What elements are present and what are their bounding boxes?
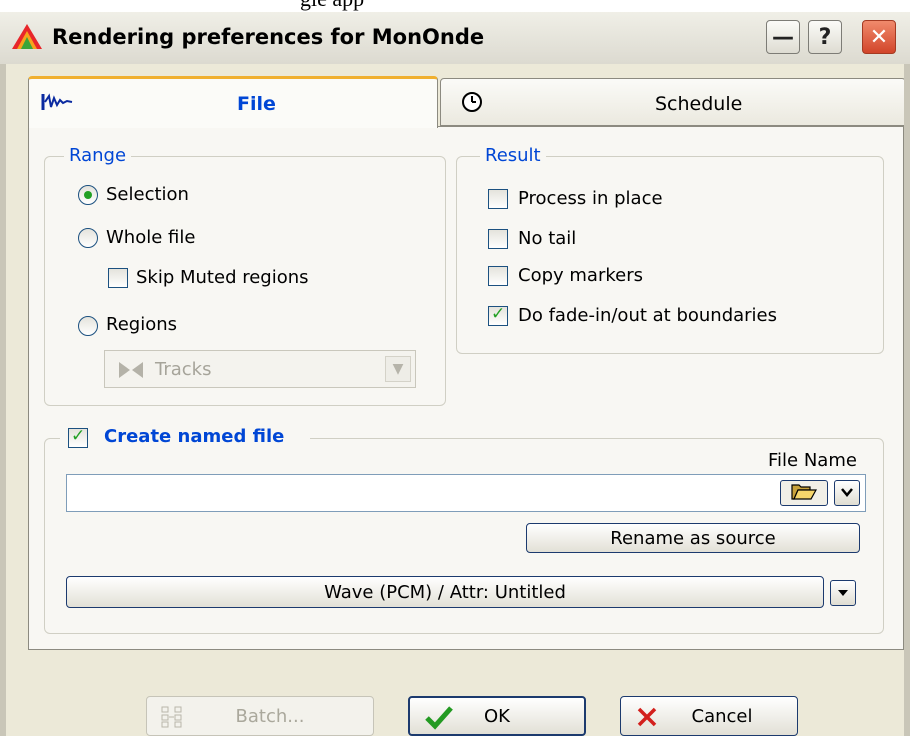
create-named-file-label[interactable]: Create named file bbox=[104, 426, 284, 447]
dropdown-triangle-icon bbox=[837, 586, 849, 601]
regions-combo[interactable]: Tracks ▼ bbox=[104, 350, 416, 388]
result-legend: Result bbox=[480, 145, 546, 166]
process-in-place-checkbox[interactable] bbox=[488, 189, 508, 209]
app-logo-icon bbox=[10, 22, 44, 52]
close-button[interactable]: ✕ bbox=[862, 20, 896, 54]
selection-radio[interactable] bbox=[78, 185, 98, 205]
help-icon: ? bbox=[818, 24, 832, 50]
regions-label[interactable]: Regions bbox=[106, 314, 177, 335]
title-bar[interactable]: Rendering preferences for MonOnde — ? ✕ bbox=[0, 12, 910, 65]
window-border-left bbox=[0, 64, 6, 736]
tab-schedule[interactable]: Schedule bbox=[440, 78, 906, 126]
batch-icon bbox=[161, 706, 183, 733]
cancel-button[interactable]: Cancel bbox=[620, 696, 798, 736]
whole-file-radio[interactable] bbox=[78, 228, 98, 248]
radio-selected-dot bbox=[84, 191, 92, 199]
file-name-label: File Name bbox=[768, 450, 857, 471]
waveform-icon bbox=[41, 93, 73, 116]
format-menu-button[interactable] bbox=[830, 580, 856, 606]
copy-markers-label[interactable]: Copy markers bbox=[518, 265, 643, 286]
tab-file-label: File bbox=[237, 93, 276, 115]
minimize-icon: — bbox=[772, 24, 794, 50]
copy-markers-checkbox[interactable] bbox=[488, 266, 508, 286]
regions-radio[interactable] bbox=[78, 316, 98, 336]
no-tail-checkbox[interactable] bbox=[488, 229, 508, 249]
file-name-input[interactable] bbox=[66, 474, 866, 512]
tab-schedule-label: Schedule bbox=[655, 93, 743, 115]
rename-as-source-button[interactable]: Rename as source bbox=[526, 523, 860, 553]
window-border-right bbox=[904, 64, 910, 736]
close-icon bbox=[637, 707, 657, 732]
selection-label[interactable]: Selection bbox=[106, 184, 189, 205]
folder-open-icon bbox=[791, 482, 818, 504]
regions-combo-value: Tracks bbox=[155, 359, 212, 380]
process-in-place-label[interactable]: Process in place bbox=[518, 188, 663, 209]
file-name-history-button[interactable] bbox=[834, 480, 860, 506]
no-tail-label[interactable]: No tail bbox=[518, 228, 576, 249]
format-button[interactable]: Wave (PCM) / Attr: Untitled bbox=[66, 576, 824, 608]
create-named-file-checkbox[interactable]: ✓ bbox=[68, 426, 88, 448]
fade-checkbox[interactable]: ✓ bbox=[488, 304, 508, 326]
background-caption-text: gle app bbox=[300, 0, 364, 12]
checkmark-icon bbox=[424, 705, 454, 736]
ok-button[interactable]: OK bbox=[408, 696, 586, 736]
window-title: Rendering preferences for MonOnde bbox=[52, 25, 485, 49]
batch-label: Batch... bbox=[235, 705, 305, 727]
checkmark-icon: ✓ bbox=[71, 426, 86, 446]
chevron-down-icon bbox=[840, 486, 854, 501]
whole-file-label[interactable]: Whole file bbox=[106, 227, 195, 248]
range-legend: Range bbox=[64, 145, 132, 166]
minimize-button[interactable]: — bbox=[766, 20, 800, 54]
clock-icon bbox=[461, 91, 483, 118]
tab-file[interactable]: File bbox=[28, 76, 438, 128]
checkmark-icon: ✓ bbox=[491, 304, 506, 324]
help-button[interactable]: ? bbox=[808, 20, 842, 54]
fade-label[interactable]: Do fade-in/out at boundaries bbox=[518, 305, 777, 326]
chevron-down-icon: ▼ bbox=[385, 356, 411, 382]
browse-folder-button[interactable] bbox=[780, 480, 828, 506]
tracks-icon bbox=[117, 360, 145, 384]
skip-muted-checkbox[interactable] bbox=[108, 268, 128, 288]
skip-muted-label[interactable]: Skip Muted regions bbox=[136, 267, 309, 288]
batch-button[interactable]: Batch... bbox=[146, 696, 374, 736]
ok-label: OK bbox=[484, 705, 510, 727]
cancel-label: Cancel bbox=[691, 705, 753, 727]
close-icon: ✕ bbox=[869, 24, 889, 50]
